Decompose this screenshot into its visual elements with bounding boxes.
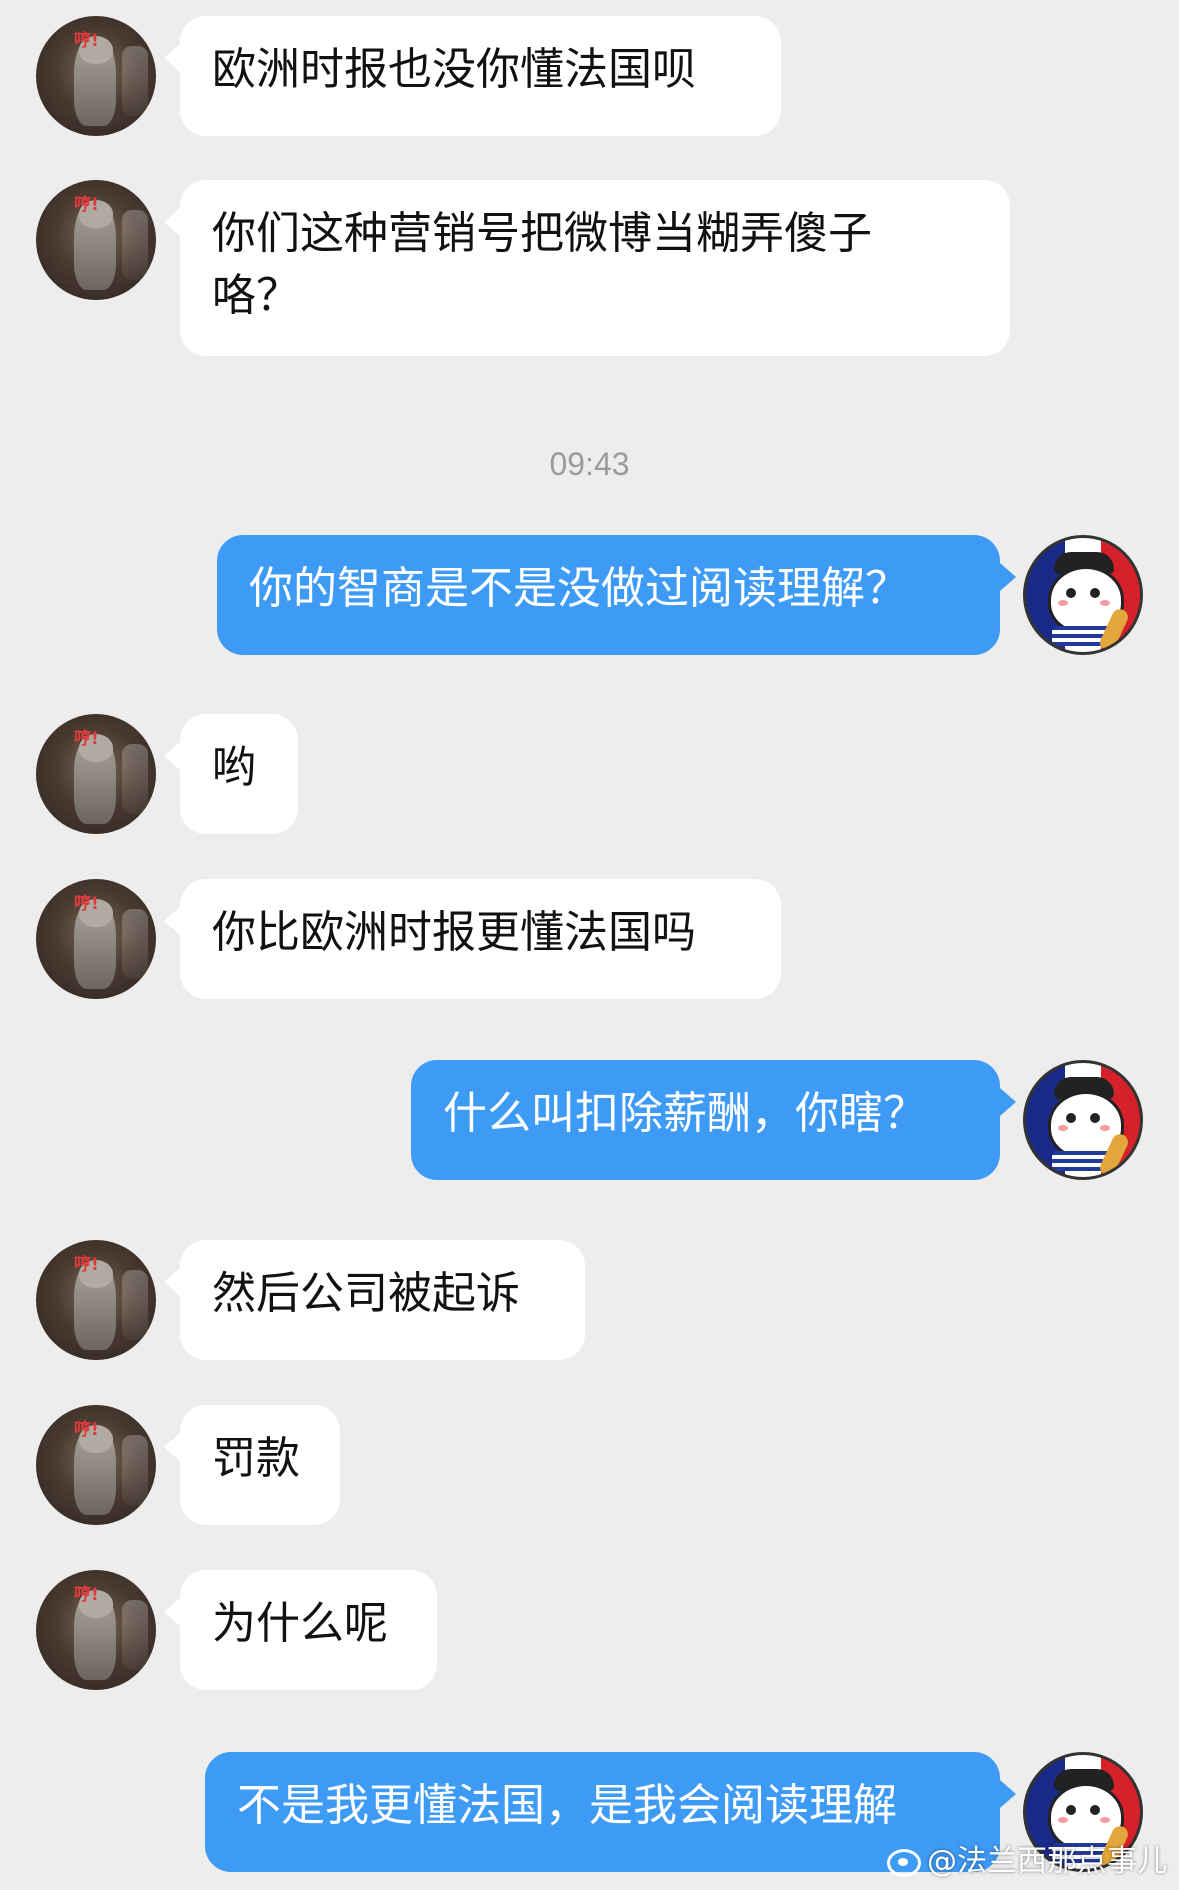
bubble-tail bbox=[1000, 1780, 1016, 1808]
watermark: @法兰西那点事儿 bbox=[887, 1836, 1167, 1880]
avatar-badge: 哼! bbox=[74, 1255, 99, 1275]
message-bubble[interactable]: 欧洲时报也没你懂法国呗 bbox=[180, 16, 781, 136]
message-bubble[interactable]: 不是我更懂法国，是我会阅读理解 bbox=[205, 1752, 1000, 1872]
avatar-shine bbox=[122, 46, 148, 116]
eye bbox=[1066, 1805, 1076, 1815]
avatar-badge: 哼! bbox=[74, 195, 99, 215]
bubble-tail bbox=[164, 1268, 180, 1296]
avatar-shine bbox=[122, 1270, 148, 1340]
incoming-avatar[interactable]: 哼! bbox=[36, 1405, 156, 1525]
bubble-tail bbox=[164, 742, 180, 770]
avatar-badge: 哼! bbox=[74, 1585, 99, 1605]
avatar-badge: 哼! bbox=[74, 31, 99, 51]
cheek bbox=[1100, 1817, 1110, 1823]
incoming-avatar[interactable]: 哼! bbox=[36, 1570, 156, 1690]
chat-timestamp: 09:43 bbox=[549, 446, 630, 482]
avatar-badge: 哼! bbox=[74, 729, 99, 749]
eye bbox=[1066, 588, 1076, 598]
message-bubble[interactable]: 为什么呢 bbox=[180, 1570, 437, 1690]
bubble-tail bbox=[164, 208, 180, 236]
eye bbox=[1090, 588, 1100, 598]
avatar-shine bbox=[122, 1600, 148, 1670]
message-bubble[interactable]: 哟 bbox=[180, 714, 298, 834]
cheek bbox=[1058, 1125, 1068, 1131]
eye bbox=[1066, 1113, 1076, 1123]
avatar-shine bbox=[122, 1435, 148, 1505]
message-bubble[interactable]: 罚款 bbox=[180, 1405, 340, 1525]
bubble-tail bbox=[1000, 563, 1016, 591]
weibo-icon bbox=[887, 1848, 921, 1877]
incoming-avatar[interactable]: 哼! bbox=[36, 714, 156, 834]
eye bbox=[1090, 1113, 1100, 1123]
avatar-shine bbox=[122, 210, 148, 280]
chat-view[interactable]: 哼! 欧洲时报也没你懂法国呗 哼! 你们这种营销号把微博当糊弄傻子 咯？ 09:… bbox=[0, 0, 1179, 1890]
watermark-text: @法兰西那点事儿 bbox=[927, 1844, 1167, 1879]
message-bubble[interactable]: 然后公司被起诉 bbox=[180, 1240, 585, 1360]
cheek bbox=[1100, 600, 1110, 606]
incoming-avatar[interactable]: 哼! bbox=[36, 879, 156, 999]
incoming-avatar[interactable]: 哼! bbox=[36, 16, 156, 136]
message-bubble[interactable]: 你们这种营销号把微博当糊弄傻子 咯？ bbox=[180, 180, 1010, 356]
message-bubble[interactable]: 什么叫扣除薪酬，你瞎？ bbox=[411, 1060, 1000, 1180]
bubble-tail bbox=[164, 1598, 180, 1626]
incoming-avatar[interactable]: 哼! bbox=[36, 1240, 156, 1360]
bubble-tail bbox=[164, 44, 180, 72]
incoming-avatar[interactable]: 哼! bbox=[36, 180, 156, 300]
cheek bbox=[1100, 1125, 1110, 1131]
avatar-shine bbox=[122, 909, 148, 979]
avatar-badge: 哼! bbox=[74, 894, 99, 914]
bubble-tail bbox=[164, 1433, 180, 1461]
outgoing-avatar[interactable] bbox=[1023, 535, 1143, 655]
eye bbox=[1090, 1805, 1100, 1815]
cheek bbox=[1058, 1817, 1068, 1823]
avatar-badge: 哼! bbox=[74, 1420, 99, 1440]
avatar-shine bbox=[122, 744, 148, 814]
cheek bbox=[1058, 600, 1068, 606]
message-bubble[interactable]: 你的智商是不是没做过阅读理解？ bbox=[217, 535, 1000, 655]
message-bubble[interactable]: 你比欧洲时报更懂法国吗 bbox=[180, 879, 781, 999]
bubble-tail bbox=[164, 907, 180, 935]
outgoing-avatar[interactable] bbox=[1023, 1060, 1143, 1180]
bubble-tail bbox=[1000, 1088, 1016, 1116]
